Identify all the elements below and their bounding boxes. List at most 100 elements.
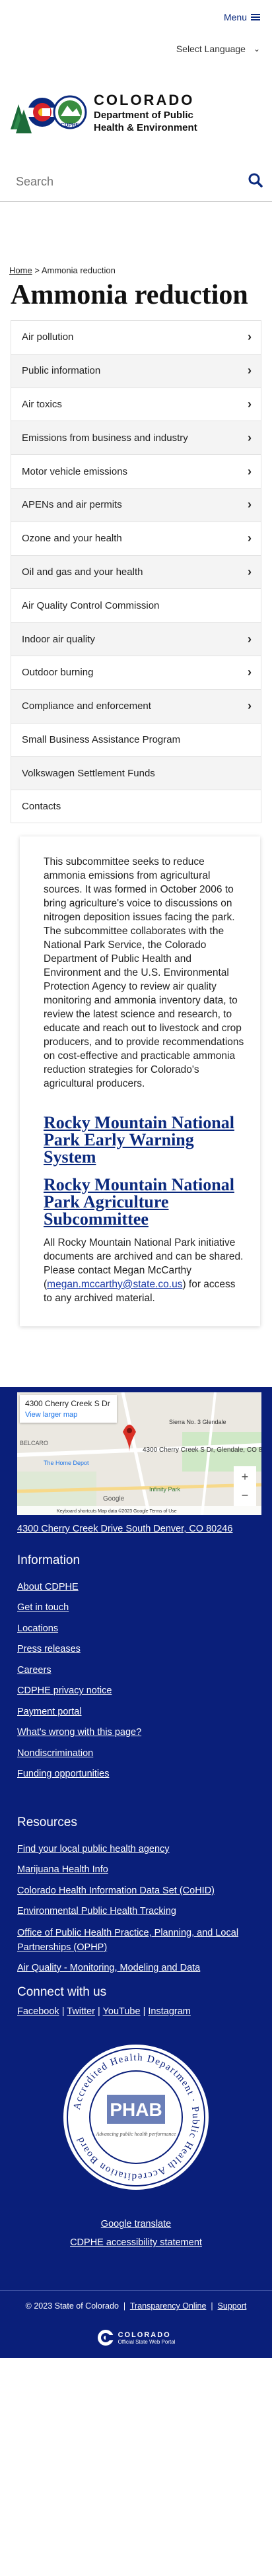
transparency-link[interactable]: Transparency Online	[130, 2301, 207, 2311]
footer-link-feedback[interactable]: What's wrong with this page?	[17, 1722, 261, 1744]
nav-item-contacts[interactable]: Contacts	[11, 790, 261, 823]
twitter-link[interactable]: Twitter	[67, 2006, 95, 2017]
nav-item-compliance[interactable]: Compliance and enforcement ›	[11, 689, 261, 723]
nav-item-motor-vehicle[interactable]: Motor vehicle emissions ›	[11, 454, 261, 488]
chevron-right-icon: ›	[248, 430, 252, 444]
map-park-label: Infinity Park	[149, 1486, 181, 1493]
nav-item-label: Air Quality Control Commission	[22, 599, 160, 611]
footer-link-air-quality[interactable]: Air Quality - Monitoring, Modeling and D…	[17, 1958, 261, 1979]
nav-item-label: APENs and air permits	[22, 499, 122, 511]
nav-item-label: Volkswagen Settlement Funds	[22, 767, 155, 779]
footer-link-tracking[interactable]: Environmental Public Health Tracking	[17, 1901, 261, 1922]
footer-link-about[interactable]: About CDPHE	[17, 1577, 261, 1598]
chevron-right-icon: ›	[248, 564, 252, 578]
footer-link-press[interactable]: Press releases	[17, 1639, 261, 1660]
portal-logo-subtext: Official State Web Portal	[118, 2338, 176, 2345]
top-bar: Menu	[0, 0, 272, 34]
footer-link-locations[interactable]: Locations	[17, 1619, 261, 1640]
nav-item-apens[interactable]: APENs and air permits ›	[11, 487, 261, 522]
language-selector[interactable]: Select Language ⌄	[0, 34, 272, 63]
location-map[interactable]: 4300 Cherry Creek S Dr, Glendale, CO 802…	[17, 1392, 261, 1515]
nav-item-ozone[interactable]: Ozone and your health ›	[11, 521, 261, 555]
cdphe-logo[interactable]: CDPHE COLORADO Department of Public Heal…	[0, 63, 272, 143]
footer-link-payment[interactable]: Payment portal	[17, 1702, 261, 1723]
footer-utility-links: Google translate CDPHE accessibility sta…	[0, 2215, 272, 2252]
footer-link-marijuana[interactable]: Marijuana Health Info	[17, 1860, 261, 1881]
nav-item-label: Public information	[22, 365, 101, 377]
resource-links: Find your local public health agency Mar…	[0, 1839, 272, 1979]
support-link[interactable]: Support	[218, 2301, 247, 2311]
footer-link-nondiscrimination[interactable]: Nondiscrimination	[17, 1744, 261, 1765]
intro-paragraph: This subcommittee seeks to reduce ammoni…	[44, 856, 244, 1089]
youtube-link[interactable]: YouTube	[103, 2006, 141, 2017]
email-link[interactable]: megan.mccarthy@state.co.us	[47, 1279, 182, 1290]
nav-item-label: Air toxics	[22, 398, 62, 410]
nav-item-air-toxics[interactable]: Air toxics ›	[11, 387, 261, 421]
instagram-link[interactable]: Instagram	[148, 2006, 190, 2017]
menu-label: Menu	[223, 12, 247, 22]
archive-paragraph: All Rocky Mountain National Park initiat…	[44, 1236, 246, 1305]
menu-button[interactable]: Menu	[224, 12, 260, 22]
nav-item-oil-gas[interactable]: Oil and gas and your health ›	[11, 555, 261, 589]
chevron-right-icon: ›	[248, 364, 252, 378]
chevron-right-icon: ›	[248, 397, 252, 411]
copyright-text: © 2023 State of Colorado	[25, 2301, 119, 2311]
google-translate-link[interactable]: Google translate	[101, 2219, 171, 2229]
map-info-card: 4300 Cherry Creek S Dr View larger map	[20, 1394, 117, 1423]
nav-item-label: Air pollution	[22, 331, 74, 343]
nav-item-label: Motor vehicle emissions	[22, 465, 128, 477]
hamburger-icon	[251, 13, 260, 22]
nav-item-public-information[interactable]: Public information ›	[11, 353, 261, 388]
legal-bar: © 2023 State of Colorado | Transparency …	[0, 2290, 272, 2311]
nav-item-indoor-air[interactable]: Indoor air quality ›	[11, 622, 261, 656]
breadcrumb-current: Ammonia reduction	[41, 265, 116, 275]
social-separator: |	[98, 2006, 100, 2017]
early-warning-link[interactable]: Rocky Mountain National Park Early Warni…	[44, 1114, 246, 1166]
logo-line1: COLORADO	[94, 92, 195, 108]
map-google-text: Google	[103, 1495, 125, 1503]
colorado-portal-logo[interactable]: COLORADO Official State Web Portal	[0, 2311, 272, 2358]
nav-item-emissions-business[interactable]: Emissions from business and industry ›	[11, 421, 261, 455]
map-place-name: 4300 Cherry Creek S Dr	[25, 1398, 110, 1408]
footer-link-privacy[interactable]: CDPHE privacy notice	[17, 1681, 261, 1702]
seal-tagline: Advancing public health performance	[95, 2131, 176, 2137]
search-input[interactable]	[16, 175, 214, 189]
footer-link-cohid[interactable]: Colorado Health Information Data Set (Co…	[17, 1881, 261, 1902]
footer-address[interactable]: 4300 Cherry Creek Drive South Denver, CO…	[17, 1522, 261, 1536]
breadcrumb-separator: >	[34, 265, 40, 275]
nav-item-label: Oil and gas and your health	[22, 566, 143, 578]
information-links: About CDPHE Get in touch Locations Press…	[0, 1577, 272, 1785]
footer-link-funding[interactable]: Funding opportunities	[17, 1764, 261, 1785]
map-pin-label: 4300 Cherry Creek S Dr, Glendale, CO 802…	[143, 1446, 261, 1454]
nav-item-outdoor-burning[interactable]: Outdoor burning ›	[11, 655, 261, 689]
cdphe-logo-mark: CDPHE	[9, 90, 88, 136]
nav-item-aqcc[interactable]: Air Quality Control Commission	[11, 588, 261, 623]
logo-line2: Department of Public	[94, 110, 193, 121]
language-label: Select Language	[176, 44, 246, 54]
social-links: Facebook | Twitter | YouTube | Instagram	[17, 2006, 261, 2017]
phab-accreditation-seal[interactable]: Accredited Health Department · Public He…	[62, 2043, 210, 2191]
nav-item-small-business[interactable]: Small Business Assistance Program	[11, 722, 261, 757]
footer-link-careers[interactable]: Careers	[17, 1660, 261, 1681]
chevron-right-icon: ›	[248, 632, 252, 646]
logo-line3: Health & Environment	[94, 122, 197, 133]
nav-item-volkswagen[interactable]: Volkswagen Settlement Funds	[11, 756, 261, 790]
logo-seal-text: CDPHE	[61, 122, 80, 128]
accessibility-link[interactable]: CDPHE accessibility statement	[70, 2237, 202, 2248]
view-larger-map-link[interactable]: View larger map	[25, 1411, 110, 1419]
breadcrumb-home[interactable]: Home	[9, 265, 32, 275]
agriculture-subcommittee-link[interactable]: Rocky Mountain National Park Agriculture…	[44, 1176, 246, 1228]
search-bar	[0, 162, 272, 202]
nav-item-label: Contacts	[22, 801, 61, 813]
content-card: This subcommittee seeks to reduce ammoni…	[20, 836, 260, 1326]
nav-item-air-pollution[interactable]: Air pollution ›	[11, 320, 261, 354]
chevron-right-icon: ›	[248, 699, 252, 713]
social-separator: |	[143, 2006, 146, 2017]
search-icon[interactable]	[248, 173, 263, 191]
footer-link-local-agency[interactable]: Find your local public health agency	[17, 1839, 261, 1860]
facebook-link[interactable]: Facebook	[17, 2006, 59, 2017]
map-street-1: Sierra No. 3 Glendale	[169, 1419, 226, 1425]
footer-link-contact[interactable]: Get in touch	[17, 1598, 261, 1619]
nav-item-label: Small Business Assistance Program	[22, 733, 181, 745]
footer-link-ophp[interactable]: Office of Public Health Practice, Planni…	[17, 1922, 261, 1958]
